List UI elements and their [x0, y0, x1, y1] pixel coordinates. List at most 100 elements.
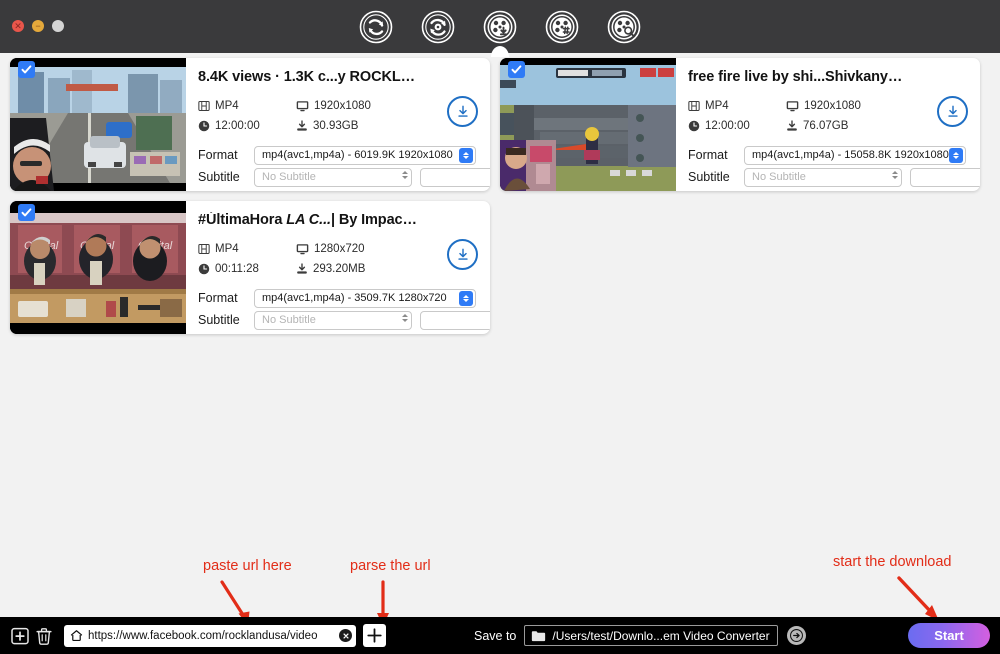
add-url-button[interactable]: [8, 624, 32, 648]
meta-format: MP4: [688, 100, 786, 112]
video-card[interactable]: 8.4K views · 1.3K c...y ROCKLAND USA MP4: [10, 58, 490, 191]
check-icon: [21, 64, 32, 75]
meta-size-value: 76.07GB: [803, 120, 848, 132]
open-folder-button[interactable]: [787, 626, 806, 645]
meta-format: MP4: [198, 100, 296, 112]
download-queue-list: 8.4K views · 1.3K c...y ROCKLAND USA MP4: [10, 58, 990, 334]
toolbar-item-converter[interactable]: [357, 8, 395, 46]
card-checkbox[interactable]: [18, 204, 35, 221]
meta-size-value: 293.20MB: [313, 263, 365, 275]
toolbar-item-ripper[interactable]: [419, 8, 457, 46]
meta-duration-value: 00:11:28: [215, 263, 259, 275]
monitor-icon: [296, 243, 309, 255]
subtitle-secondary-select[interactable]: [420, 168, 490, 187]
card-checkbox[interactable]: [18, 61, 35, 78]
meta-duration: 12:00:00: [198, 120, 296, 132]
delete-button[interactable]: [32, 624, 56, 648]
convert-arrows-icon: [358, 9, 394, 45]
card-option-rows: Format mp4(avc1,mp4a) - 15058.8K 1920x10…: [688, 145, 968, 187]
check-icon: [21, 207, 32, 218]
download-size-icon: [786, 120, 798, 132]
monitor-icon: [786, 100, 799, 112]
video-title: free fire live by shi...Shivkanya Gaming: [688, 69, 968, 85]
chevron-updown-icon: [892, 171, 898, 179]
download-button[interactable]: [447, 239, 478, 270]
film-icon: [688, 100, 700, 112]
reel-edit-icon: [606, 9, 642, 45]
bottom-toolbar: https://www.facebook.com/rocklandusa/vid…: [0, 617, 1000, 654]
meta-format: MP4: [198, 243, 296, 255]
chevron-updown-icon: [949, 148, 963, 163]
module-toolbar: [0, 0, 1000, 53]
disc-rip-icon: [420, 9, 456, 45]
start-button[interactable]: Start: [908, 623, 990, 648]
clear-url-button[interactable]: [339, 629, 352, 642]
format-label: Format: [688, 148, 738, 162]
subtitle-select[interactable]: No Subtitle: [744, 168, 902, 187]
film-icon: [198, 243, 210, 255]
subtitle-row: Subtitle No Subtitle: [198, 310, 478, 330]
thumbnail-image-freefire: [500, 58, 676, 191]
video-card[interactable]: Capital Capital Capital: [10, 201, 490, 334]
card-checkbox[interactable]: [508, 61, 525, 78]
toolbar-item-downloader[interactable]: [481, 8, 519, 46]
clock-icon: [688, 120, 700, 132]
video-card[interactable]: free fire live by shi...Shivkanya Gaming…: [500, 58, 980, 191]
active-tab-indicator: [491, 46, 509, 57]
format-select[interactable]: mp4(avc1,mp4a) - 15058.8K 1920x1080: [744, 146, 966, 165]
chevron-updown-icon: [459, 148, 473, 163]
subtitle-select-value: No Subtitle: [262, 171, 409, 183]
format-row: Format mp4(avc1,mp4a) - 6019.9K 1920x108…: [198, 145, 478, 165]
format-select-value: mp4(avc1,mp4a) - 15058.8K 1920x1080: [752, 149, 963, 161]
toolbar-item-editor[interactable]: [605, 8, 643, 46]
subtitle-secondary-select[interactable]: [420, 311, 490, 330]
format-select[interactable]: mp4(avc1,mp4a) - 6019.9K 1920x1080: [254, 146, 476, 165]
video-info: #ÚltimaHora LA C...| By Impacto Cúcuta M…: [186, 201, 490, 334]
annotation-paste-url: paste url here: [203, 558, 292, 574]
video-title: #ÚltimaHora LA C...| By Impacto Cúcuta: [198, 212, 478, 228]
format-label: Format: [198, 291, 248, 305]
meta-duration: 12:00:00: [688, 120, 786, 132]
check-icon: [511, 64, 522, 75]
trash-icon: [34, 626, 54, 646]
chevron-updown-icon: [402, 171, 408, 179]
download-button[interactable]: [937, 96, 968, 127]
format-row: Format mp4(avc1,mp4a) - 15058.8K 1920x10…: [688, 145, 968, 165]
toolbar-item-merger[interactable]: [543, 8, 581, 46]
format-select[interactable]: mp4(avc1,mp4a) - 3509.7K 1280x720: [254, 289, 476, 308]
reel-download-icon: [482, 9, 518, 45]
download-arrow-icon: [945, 104, 961, 120]
format-select-value: mp4(avc1,mp4a) - 6019.9K 1920x1080: [262, 149, 473, 161]
meta-duration: 00:11:28: [198, 263, 296, 275]
meta-format-value: MP4: [215, 100, 239, 112]
video-title-suffix: | By Impacto Cúcuta: [331, 212, 469, 228]
monitor-icon: [296, 100, 309, 112]
save-path-field[interactable]: /Users/test/Downlo...em Video Converter: [524, 625, 777, 646]
download-button[interactable]: [447, 96, 478, 127]
reel-merge-icon: [544, 9, 580, 45]
video-metadata: MP4 1920x1080: [688, 96, 968, 136]
meta-duration-value: 12:00:00: [705, 120, 750, 132]
plus-icon: [366, 627, 383, 644]
video-info: free fire live by shi...Shivkanya Gaming…: [676, 58, 980, 191]
download-size-icon: [296, 120, 308, 132]
video-metadata: MP4 1280x720: [198, 239, 478, 279]
subtitle-label: Subtitle: [688, 170, 738, 184]
subtitle-select[interactable]: No Subtitle: [254, 311, 412, 330]
url-input[interactable]: https://www.facebook.com/rocklandusa/vid…: [64, 625, 356, 647]
subtitle-secondary-select[interactable]: [910, 168, 980, 187]
video-thumbnail[interactable]: [500, 58, 676, 191]
format-select-value: mp4(avc1,mp4a) - 3509.7K 1280x720: [262, 292, 473, 304]
thumbnail-image-gta: [10, 58, 186, 191]
download-size-icon: [296, 263, 308, 275]
subtitle-row: Subtitle No Subtitle: [688, 167, 968, 187]
video-thumbnail[interactable]: [10, 58, 186, 191]
add-box-icon: [10, 626, 30, 646]
meta-resolution-value: 1920x1080: [314, 100, 371, 112]
meta-format-value: MP4: [215, 243, 239, 255]
subtitle-select-value: No Subtitle: [262, 314, 409, 326]
url-input-value: https://www.facebook.com/rocklandusa/vid…: [88, 630, 334, 642]
subtitle-select[interactable]: No Subtitle: [254, 168, 412, 187]
parse-url-button[interactable]: [363, 624, 386, 647]
video-thumbnail[interactable]: Capital Capital Capital: [10, 201, 186, 334]
